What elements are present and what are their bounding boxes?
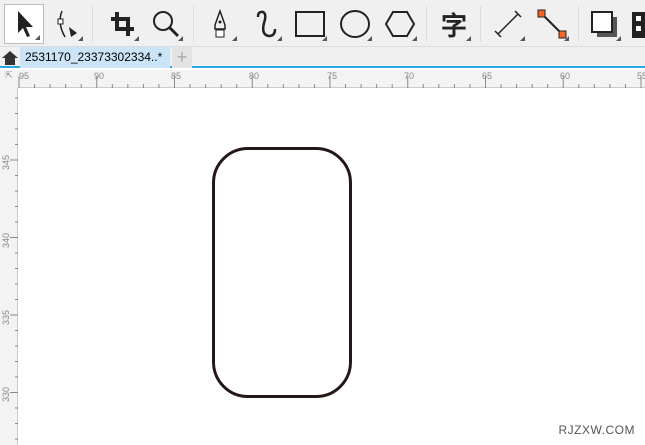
pen-tool-button[interactable] xyxy=(200,4,240,44)
ruler-label: 60 xyxy=(560,71,571,81)
freehand-tool-button[interactable] xyxy=(245,4,285,44)
ruler-label: 70 xyxy=(404,71,415,81)
shape-tool-button[interactable] xyxy=(46,4,86,44)
connector-tool-button[interactable] xyxy=(532,4,572,44)
drop-shadow-icon xyxy=(591,11,617,37)
ruler-label: 90 xyxy=(94,71,105,81)
curve-icon xyxy=(256,10,277,38)
watermark: RJZXW.COM xyxy=(558,423,635,437)
shape-edit-icon xyxy=(57,10,77,38)
crop-tool-button[interactable] xyxy=(102,4,142,44)
ellipse-tool-button[interactable] xyxy=(335,4,375,44)
document-tab[interactable]: 2531170_23373302334..* xyxy=(20,47,170,68)
checker-icon xyxy=(632,12,645,38)
ruler-label: 345 xyxy=(1,154,11,170)
ruler-origin-corner[interactable]: ⇱ xyxy=(0,70,18,88)
home-icon xyxy=(2,51,18,65)
ruler-label: 85 xyxy=(171,71,182,81)
transparency-tool-button[interactable] xyxy=(628,4,645,44)
vertical-ruler[interactable]: 345 340 335 330 xyxy=(0,88,18,445)
zoom-tool-button[interactable] xyxy=(146,4,186,44)
text-tool-button[interactable]: 字 xyxy=(434,4,474,44)
rounded-rectangle-shape[interactable] xyxy=(212,147,352,398)
dimension-line-icon xyxy=(494,10,522,38)
toolbox: 字 xyxy=(0,0,645,47)
pick-tool-button[interactable] xyxy=(4,4,44,44)
polygon-tool-button[interactable] xyxy=(380,4,420,44)
ellipse-icon xyxy=(340,10,370,38)
ruler-label: 340 xyxy=(1,232,11,248)
home-tab[interactable] xyxy=(0,47,20,68)
ruler-label: 330 xyxy=(1,386,11,402)
pen-nib-icon xyxy=(214,9,226,38)
horizontal-ruler[interactable]: 95 90 85 80 75 70 65 60 55 xyxy=(0,70,645,88)
drop-shadow-tool-button[interactable] xyxy=(584,4,624,44)
rectangle-tool-button[interactable] xyxy=(290,4,330,44)
text-icon: 字 xyxy=(440,11,467,42)
add-tab-button[interactable]: + xyxy=(172,47,192,68)
ruler-label: 335 xyxy=(1,309,11,325)
ruler-label: 55 xyxy=(637,71,645,81)
pointer-icon xyxy=(18,11,33,37)
document-tab-bar: 2531170_23373302334..* + xyxy=(0,47,645,68)
ruler-label: 75 xyxy=(327,71,338,81)
rectangle-icon xyxy=(295,11,325,37)
dimension-tool-button[interactable] xyxy=(488,4,528,44)
crop-icon xyxy=(111,12,134,36)
ruler-label: 80 xyxy=(249,71,260,81)
hexagon-icon xyxy=(384,11,416,37)
magnifier-icon xyxy=(153,11,180,38)
ruler-label: 65 xyxy=(482,71,493,81)
ruler-label: 95 xyxy=(19,71,30,81)
